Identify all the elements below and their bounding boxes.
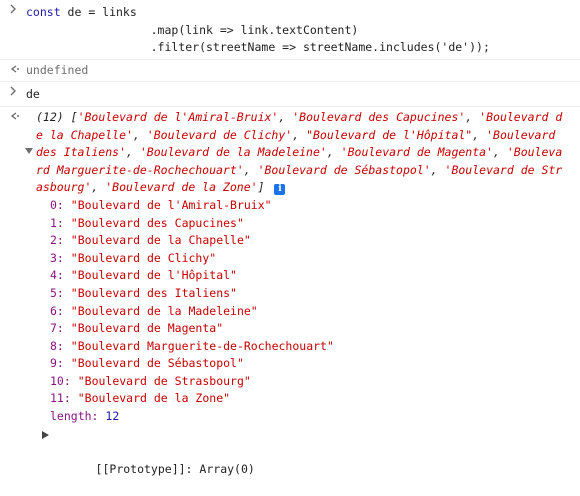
devtools-console: const de = links .map(link => link.textC…	[0, 0, 580, 476]
property-key: length:	[50, 409, 99, 424]
triangle-collapsed-icon[interactable]	[42, 430, 49, 439]
array-entry: 11: "Boulevard de la Zone"	[50, 390, 574, 408]
array-entry: 1: "Boulevard des Capucines"	[50, 215, 574, 233]
entry-index: 9:	[50, 356, 64, 371]
array-entry: 10: "Boulevard de Strasbourg"	[50, 373, 574, 391]
return-arrow-icon	[8, 110, 20, 124]
console-input-entry[interactable]: de	[0, 82, 580, 107]
entry-index: 10:	[50, 373, 71, 388]
array-entry: 2: "Boulevard de la Chapelle"	[50, 232, 574, 250]
keyword: const	[26, 5, 61, 19]
summary-item: 'Boulevard de la Madeleine'	[139, 145, 327, 160]
code-line: de	[26, 87, 40, 102]
array-entry: 8: "Boulevard Marguerite-de-Rochechouart…	[50, 338, 574, 356]
entry-index: 11:	[50, 391, 71, 406]
array-entry: 0: "Boulevard de l'Amiral-Bruix"	[50, 197, 574, 215]
entry-value: "Boulevard des Italiens"	[70, 285, 237, 300]
array-entry: 6: "Boulevard de la Madeleine"	[50, 303, 574, 321]
entry-index: 5:	[50, 285, 64, 300]
entry-value: "Boulevard de l'Hôpital"	[70, 268, 237, 283]
entry-value: "Boulevard de l'Amiral-Bruix"	[70, 197, 272, 212]
entry-value: "Boulevard de la Chapelle"	[70, 233, 251, 248]
summary-item: 'Boulevard de la Zone'	[105, 180, 258, 195]
entry-value: "Boulevard de Magenta"	[70, 321, 224, 336]
entry-index: 0:	[50, 197, 64, 212]
property-value: 12	[105, 409, 120, 424]
info-icon[interactable]: i	[274, 184, 286, 196]
entry-value: "Boulevard de la Madeleine"	[70, 303, 258, 318]
prototype-row[interactable]: [[Prototype]]: Array(0)	[40, 426, 574, 476]
code-line: .map(link => link.textContent)	[26, 22, 359, 37]
summary-item: "Boulevard de l'Hôpital"	[306, 127, 473, 142]
entry-index: 2:	[50, 233, 64, 248]
summary-item: 'Boulevard de Clichy'	[146, 127, 293, 142]
summary-item: 'Boulevard de Sébastopol'	[257, 162, 431, 177]
code-text: de = links	[60, 5, 137, 19]
array-count: (12)	[36, 109, 64, 124]
summary-item: 'Boulevard de l'Amiral-Bruix'	[77, 109, 279, 124]
console-output-entry: (12) ['Boulevard de l'Amiral-Bruix', 'Bo…	[0, 107, 580, 476]
array-properties: 0: "Boulevard de l'Amiral-Bruix" 1: "Boul…	[26, 197, 574, 408]
prototype-value: Array(0)	[199, 461, 255, 476]
return-arrow-icon	[8, 63, 20, 77]
array-entry: 3: "Boulevard de Clichy"	[50, 250, 574, 268]
output-value: undefined	[26, 62, 89, 77]
entry-value: "Boulevard de Sébastopol"	[70, 356, 244, 371]
summary-item: 'Boulevard de Magenta'	[340, 145, 493, 160]
summary-item: 'Boulevard des Capucines'	[292, 109, 466, 124]
array-entry: 5: "Boulevard des Italiens"	[50, 285, 574, 303]
array-summary[interactable]: (12) ['Boulevard de l'Amiral-Bruix', 'Bo…	[25, 109, 568, 197]
entry-value: "Boulevard de la Zone"	[77, 391, 231, 406]
entry-index: 8:	[50, 338, 64, 353]
entry-value: "Boulevard des Capucines"	[70, 215, 244, 230]
entry-value: "Boulevard Marguerite-de-Rochechouart"	[70, 338, 334, 353]
array-entry: 7: "Boulevard de Magenta"	[50, 320, 574, 338]
entry-value: "Boulevard de Strasbourg"	[77, 373, 251, 388]
entry-index: 1:	[50, 215, 64, 230]
array-entry: 4: "Boulevard de l'Hôpital"	[50, 267, 574, 285]
entry-index: 4:	[50, 268, 64, 283]
prototype-key: [[Prototype]]:	[95, 461, 193, 476]
entry-index: 6:	[50, 303, 64, 318]
array-entry: 9: "Boulevard de Sébastopol"	[50, 355, 574, 373]
entry-index: 7:	[50, 321, 64, 336]
triangle-expanded-icon[interactable]	[25, 147, 33, 155]
length-property: length: 12	[26, 408, 574, 426]
entry-value: "Boulevard de Clichy"	[70, 250, 217, 265]
chevron-right-icon	[8, 85, 20, 99]
entry-index: 3:	[50, 250, 64, 265]
code-line: .filter(streetName => streetName.include…	[26, 40, 490, 55]
console-input-entry[interactable]: const de = links .map(link => link.textC…	[0, 0, 580, 60]
console-output-entry: undefined	[0, 60, 580, 83]
chevron-right-icon	[8, 3, 20, 17]
code-line: const de = links	[26, 4, 574, 22]
